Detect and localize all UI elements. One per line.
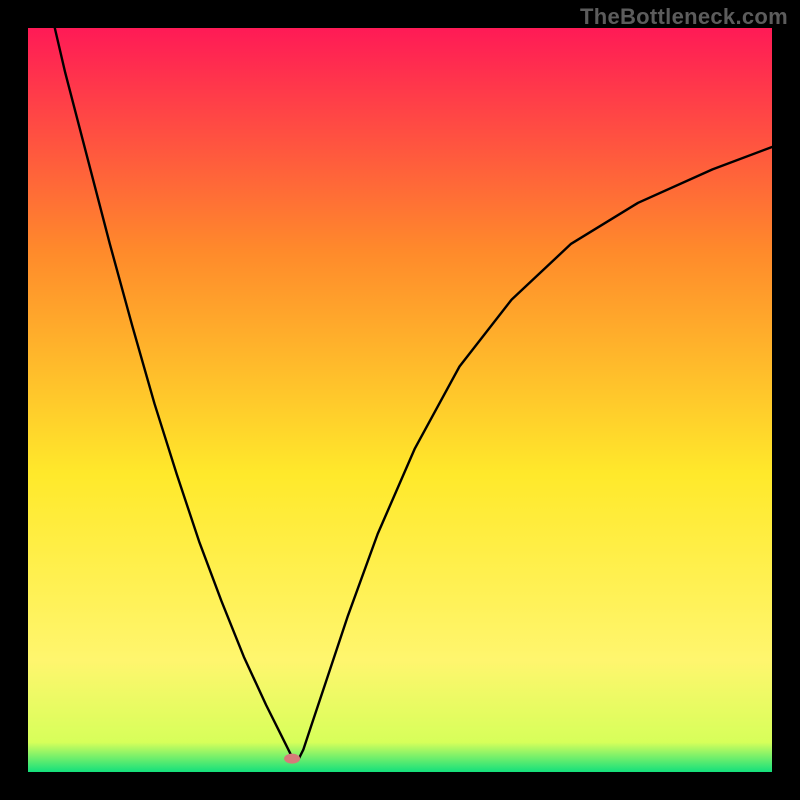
optimal-point-marker: [284, 754, 300, 764]
plot-background: [28, 28, 772, 772]
bottleneck-chart: [0, 0, 800, 800]
watermark-text: TheBottleneck.com: [580, 4, 788, 30]
chart-frame: TheBottleneck.com: [0, 0, 800, 800]
